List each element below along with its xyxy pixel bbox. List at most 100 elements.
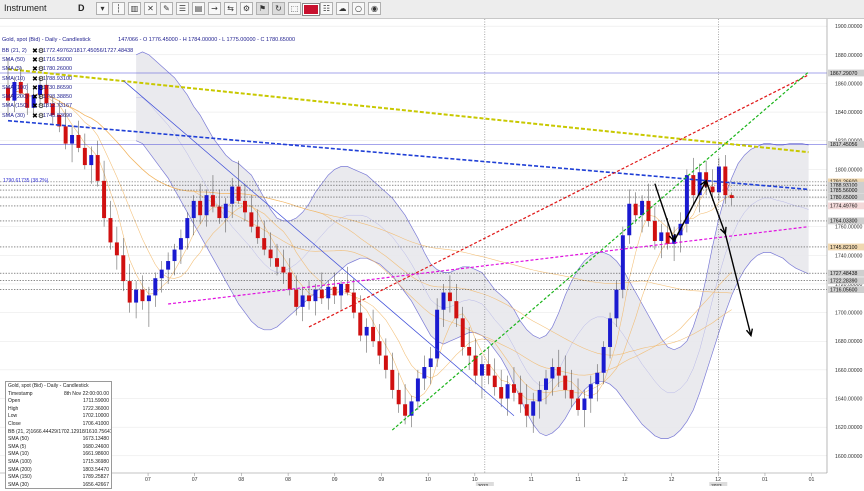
toolbar-button-0[interactable]: ▾ — [96, 2, 109, 15]
candle-body — [422, 367, 427, 379]
indicator-remove-icon[interactable]: ✖⚙ — [32, 84, 44, 92]
candle-body — [454, 301, 459, 319]
info-value: 1661.98600 — [82, 451, 109, 458]
toolbar-button-14[interactable]: ☁ — [336, 2, 349, 15]
info-value: 1656.42667 — [82, 481, 109, 488]
info-row: SMA (150) 1789.25827 — [8, 474, 109, 482]
candle-body — [511, 384, 516, 393]
indicator-rows: BB (21, 2) ✖⚙ 1772.49762/1817.45056/1727.4… — [2, 46, 152, 120]
toolbar-button-8[interactable]: ⇆ — [224, 2, 237, 15]
toolbar-button-12[interactable]: ⬚ — [288, 2, 301, 15]
candle-body — [255, 226, 260, 239]
info-value: 1702.10000 — [82, 413, 109, 420]
info-row: SMA (100) 1715.36980 — [8, 459, 109, 467]
toolbar-button-7[interactable]: → — [208, 2, 221, 15]
indicator-remove-icon[interactable]: ✖⚙ — [32, 47, 44, 55]
indicator-value: 1745.83690 — [43, 112, 73, 119]
toolbar-button-13[interactable]: ☷ — [320, 2, 333, 15]
candle-body — [287, 272, 292, 290]
candle-body — [364, 326, 369, 336]
indicator-remove-icon[interactable]: ✖⚙ — [32, 65, 44, 73]
indicator-remove-icon[interactable]: ✖⚙ — [32, 75, 44, 83]
candle-body — [300, 295, 305, 307]
price-axis: 1900.00000 1880.00000 1860.00000 1840.00000… — [826, 19, 864, 486]
candle-body — [210, 195, 215, 207]
ohlc-line: 147/066 - O 1776.45000 - H 1784.00000 - … — [118, 37, 296, 43]
indicator-name: SMA (50) — [2, 56, 25, 63]
toolbar-button-6[interactable]: ▤ — [192, 2, 205, 15]
x-tick-label: 12 — [669, 477, 675, 483]
candle-body — [479, 364, 484, 376]
candle-body — [563, 375, 568, 390]
candle-body — [121, 255, 126, 282]
toolbar-button-11[interactable]: ↻ — [272, 2, 285, 15]
indicator-row: SMA (150) ✖⚙ 1812.73167 — [2, 102, 152, 111]
candle-body — [544, 378, 548, 390]
y-tick-label: 1660.00000 — [835, 368, 863, 374]
toolbar-button-10[interactable]: ⚑ — [256, 2, 269, 15]
info-row: SMA (50) 1673.13480 — [8, 436, 109, 444]
candle-body — [601, 346, 606, 373]
candle-body — [537, 389, 542, 402]
candle-body — [691, 175, 696, 196]
period-selector[interactable]: D — [78, 2, 85, 15]
candle-body — [332, 286, 337, 296]
toolbar-button-1[interactable]: ┆ — [112, 2, 125, 15]
candle-body — [659, 232, 664, 241]
toolbar-button-3[interactable]: ✕ — [144, 2, 157, 15]
toolbar-button-4[interactable]: ✎ — [160, 2, 173, 15]
indicator-remove-icon[interactable]: ✖⚙ — [32, 56, 44, 64]
info-label: SMA (30) — [8, 481, 29, 488]
candle-body — [390, 369, 395, 390]
x-tick-label: 07 — [145, 477, 151, 483]
candle-body — [108, 218, 113, 243]
candle-body — [294, 289, 299, 307]
info-label: Open — [8, 398, 21, 405]
candle-body — [441, 292, 446, 310]
candle-body — [383, 355, 388, 370]
candle-body — [89, 155, 94, 166]
x-tick-label: 09 — [378, 477, 384, 483]
toolbar-button-5[interactable]: ☰ — [176, 2, 189, 15]
price-marker-label: 1785.56000 — [830, 188, 858, 194]
indicator-name: SMA (10) — [2, 75, 25, 82]
candle-body — [652, 220, 657, 241]
indicator-remove-icon[interactable]: ✖⚙ — [32, 93, 44, 101]
candle-body — [70, 135, 75, 144]
candle-body — [447, 292, 452, 302]
info-row: Open 1711.59000 — [8, 398, 109, 406]
toolbar-button-16[interactable]: ◉ — [368, 2, 381, 15]
indicator-remove-icon[interactable]: ✖⚙ — [32, 102, 44, 110]
candle-body — [127, 281, 132, 303]
candle-body — [351, 292, 356, 313]
candle-body — [339, 283, 344, 296]
candle-body — [358, 312, 363, 336]
indicator-remove-icon[interactable]: ✖⚙ — [32, 112, 44, 120]
indicator-value: 1730.86590 — [43, 84, 73, 91]
info-value: 1673.13480 — [82, 436, 109, 443]
info-label: Close — [8, 420, 21, 427]
info-row: SMA (200) 1803.54470 — [8, 467, 109, 475]
candle-body — [428, 358, 433, 368]
toolbar-button-2[interactable]: ▥ — [128, 2, 141, 15]
chart-area[interactable]: 1790.61735 (38.2%) 1900.00000 1880.00000 1… — [0, 19, 864, 489]
candle-body — [486, 364, 491, 376]
toolbar-button-9[interactable]: ⚙ — [240, 2, 253, 15]
candle-body — [524, 404, 529, 416]
price-marker-label: 1774.49760 — [830, 204, 858, 210]
uk-flag-icon[interactable] — [303, 4, 319, 15]
candle-body — [178, 238, 183, 250]
candle-body — [633, 203, 638, 216]
y-tick-label: 1880.00000 — [835, 53, 863, 59]
toolbar-button-15[interactable]: ○ — [352, 2, 365, 15]
y-tick-label: 1860.00000 — [835, 81, 863, 87]
x-tick-label: 11 — [529, 477, 534, 483]
fib-label: 1790.61735 (38.2%) — [3, 178, 49, 184]
candle-body — [505, 384, 510, 399]
y-tick-label: 1640.00000 — [835, 397, 863, 403]
indicator-name: SMA (200) — [2, 94, 28, 101]
info-row: SMA (10) 1661.98600 — [8, 451, 109, 459]
info-row: Timestamp 8th Nov 22:00:00.00 — [8, 391, 109, 399]
x-tick-label: 11 — [575, 477, 580, 483]
instrument-menu[interactable]: Instrument — [4, 2, 47, 15]
